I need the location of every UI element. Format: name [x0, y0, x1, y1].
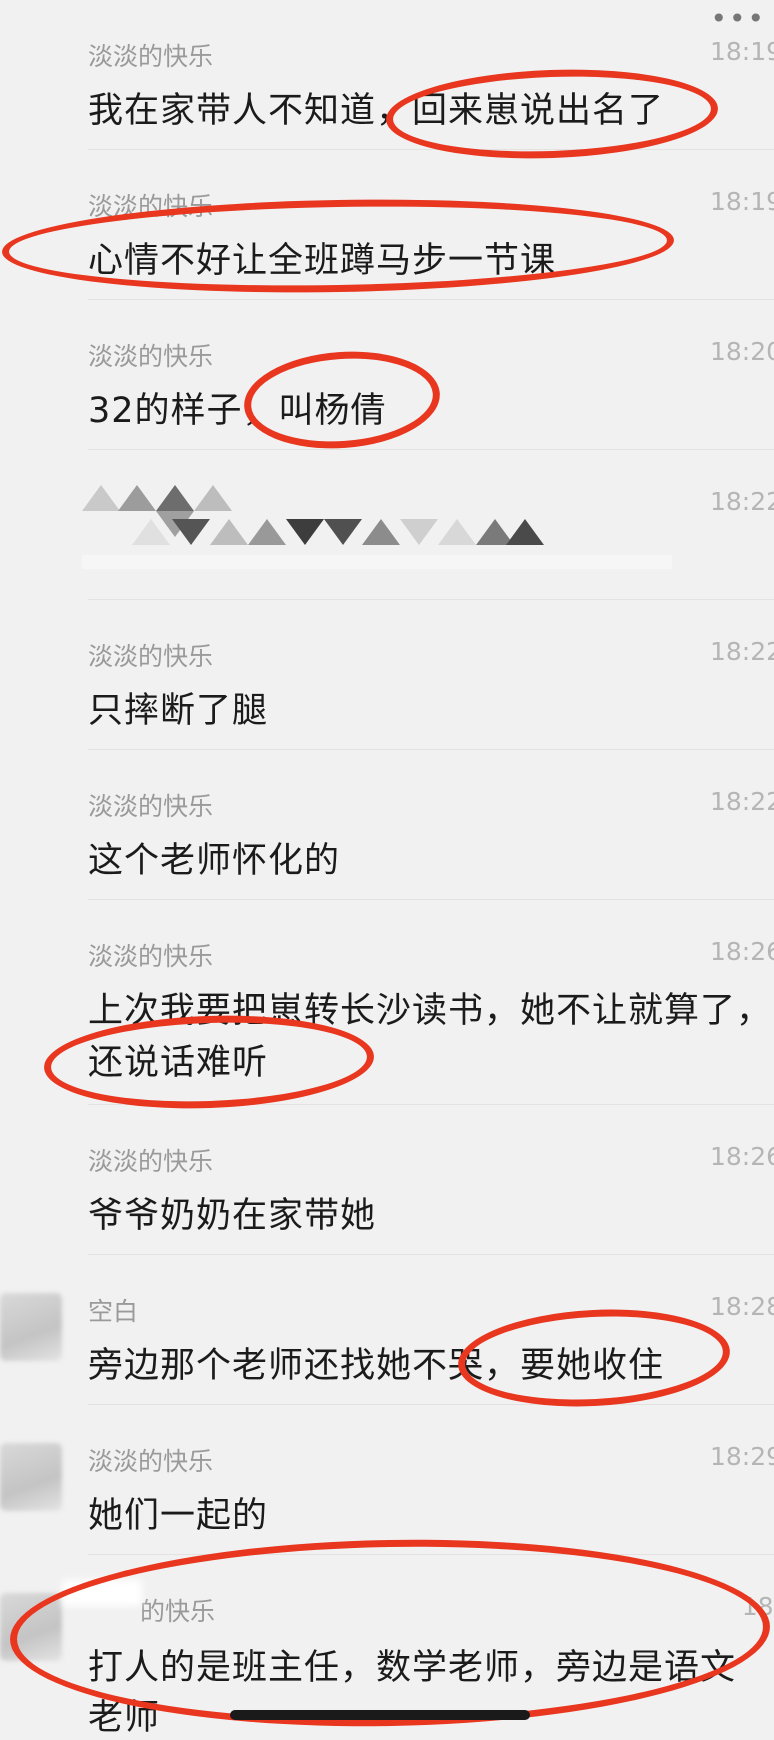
message-text: 爷爷奶奶在家带她	[88, 1196, 377, 1236]
message-text-line2: 老师	[88, 1698, 161, 1738]
message-text-line2: 还说话难听	[88, 1043, 269, 1083]
message-sender: 淡淡的快乐	[88, 342, 214, 371]
message-time: 18:22	[709, 637, 774, 666]
message-time: 18:28	[709, 1292, 774, 1321]
message-item[interactable]: 淡淡的快乐 18:19 心情不好让全班蹲马步一节课	[0, 150, 774, 300]
message-item[interactable]: 淡淡的快乐 18:26 爷爷奶奶在家带她	[0, 1105, 774, 1255]
message-time: 18:26	[709, 1142, 774, 1171]
home-indicator[interactable]	[230, 1710, 530, 1720]
message-item[interactable]: 淡淡的快乐 18:20 32的样子，叫杨倩	[0, 300, 774, 450]
avatar[interactable]	[0, 1443, 62, 1511]
message-time: 18:20	[709, 337, 774, 366]
message-sender: 淡淡的快乐	[88, 1447, 214, 1476]
message-text: 心情不好让全班蹲马步一节课	[88, 241, 557, 281]
message-time: 18:26	[709, 937, 774, 966]
avatar[interactable]	[0, 1593, 62, 1661]
message-time: 18:29	[709, 1442, 774, 1471]
message-time: 18:19	[709, 187, 774, 216]
message-item[interactable]: 淡淡的快乐 18:19 我在家带人不知道，回来崽说出名了	[0, 0, 774, 150]
message-item[interactable]: 淡淡的快乐 18:22 这个老师怀化的	[0, 750, 774, 900]
message-text: 这个老师怀化的	[88, 841, 341, 881]
message-time: 18:	[741, 1592, 774, 1621]
message-text: 我在家带人不知道，回来崽说出名了	[88, 91, 665, 131]
avatar[interactable]	[0, 1293, 62, 1361]
message-sender: 淡淡的快乐	[88, 642, 214, 671]
message-sender: 淡淡的快乐	[88, 792, 214, 821]
message-time: 18:22	[709, 787, 774, 816]
message-time: 18:19	[709, 37, 774, 66]
message-text: 只摔断了腿	[88, 691, 269, 731]
message-text: 32的样子，叫杨倩	[88, 391, 387, 431]
chat-list[interactable]: ••• 淡淡的快乐 18:19 我在家带人不知道，回来崽说出名了 淡淡的快乐 1…	[0, 0, 774, 1738]
message-time: 18:22	[709, 487, 774, 516]
message-sender: 空白	[88, 1297, 139, 1326]
blurred-name	[62, 1580, 142, 1606]
message-item[interactable]: 淡淡的快乐 18:26 上次我要把崽转长沙读书，她不让就算了， 还说话难听	[0, 900, 774, 1105]
message-sender: 淡淡的快乐	[88, 942, 214, 971]
message-item[interactable]: 淡淡的快乐 18:29 她们一起的	[0, 1405, 774, 1555]
message-sender: 淡淡的快乐	[88, 192, 214, 221]
message-text: 打人的是班主任，数学老师，旁边是语文	[88, 1648, 737, 1688]
message-sender: 的快乐	[140, 1597, 216, 1626]
message-sender: 淡淡的快乐	[88, 42, 214, 71]
message-text: 旁边那个老师还找她不哭，要她收住	[88, 1346, 665, 1386]
message-text: 她们一起的	[88, 1496, 269, 1536]
message-item[interactable]: 空白 18:28 旁边那个老师还找她不哭，要她收住	[0, 1255, 774, 1405]
mosaic-censor	[82, 485, 702, 575]
message-item[interactable]: 淡淡的快乐 18:22 只摔断了腿	[0, 600, 774, 750]
message-sender: 淡淡的快乐	[88, 1147, 214, 1176]
message-text: 上次我要把崽转长沙读书，她不让就算了，	[88, 991, 773, 1031]
